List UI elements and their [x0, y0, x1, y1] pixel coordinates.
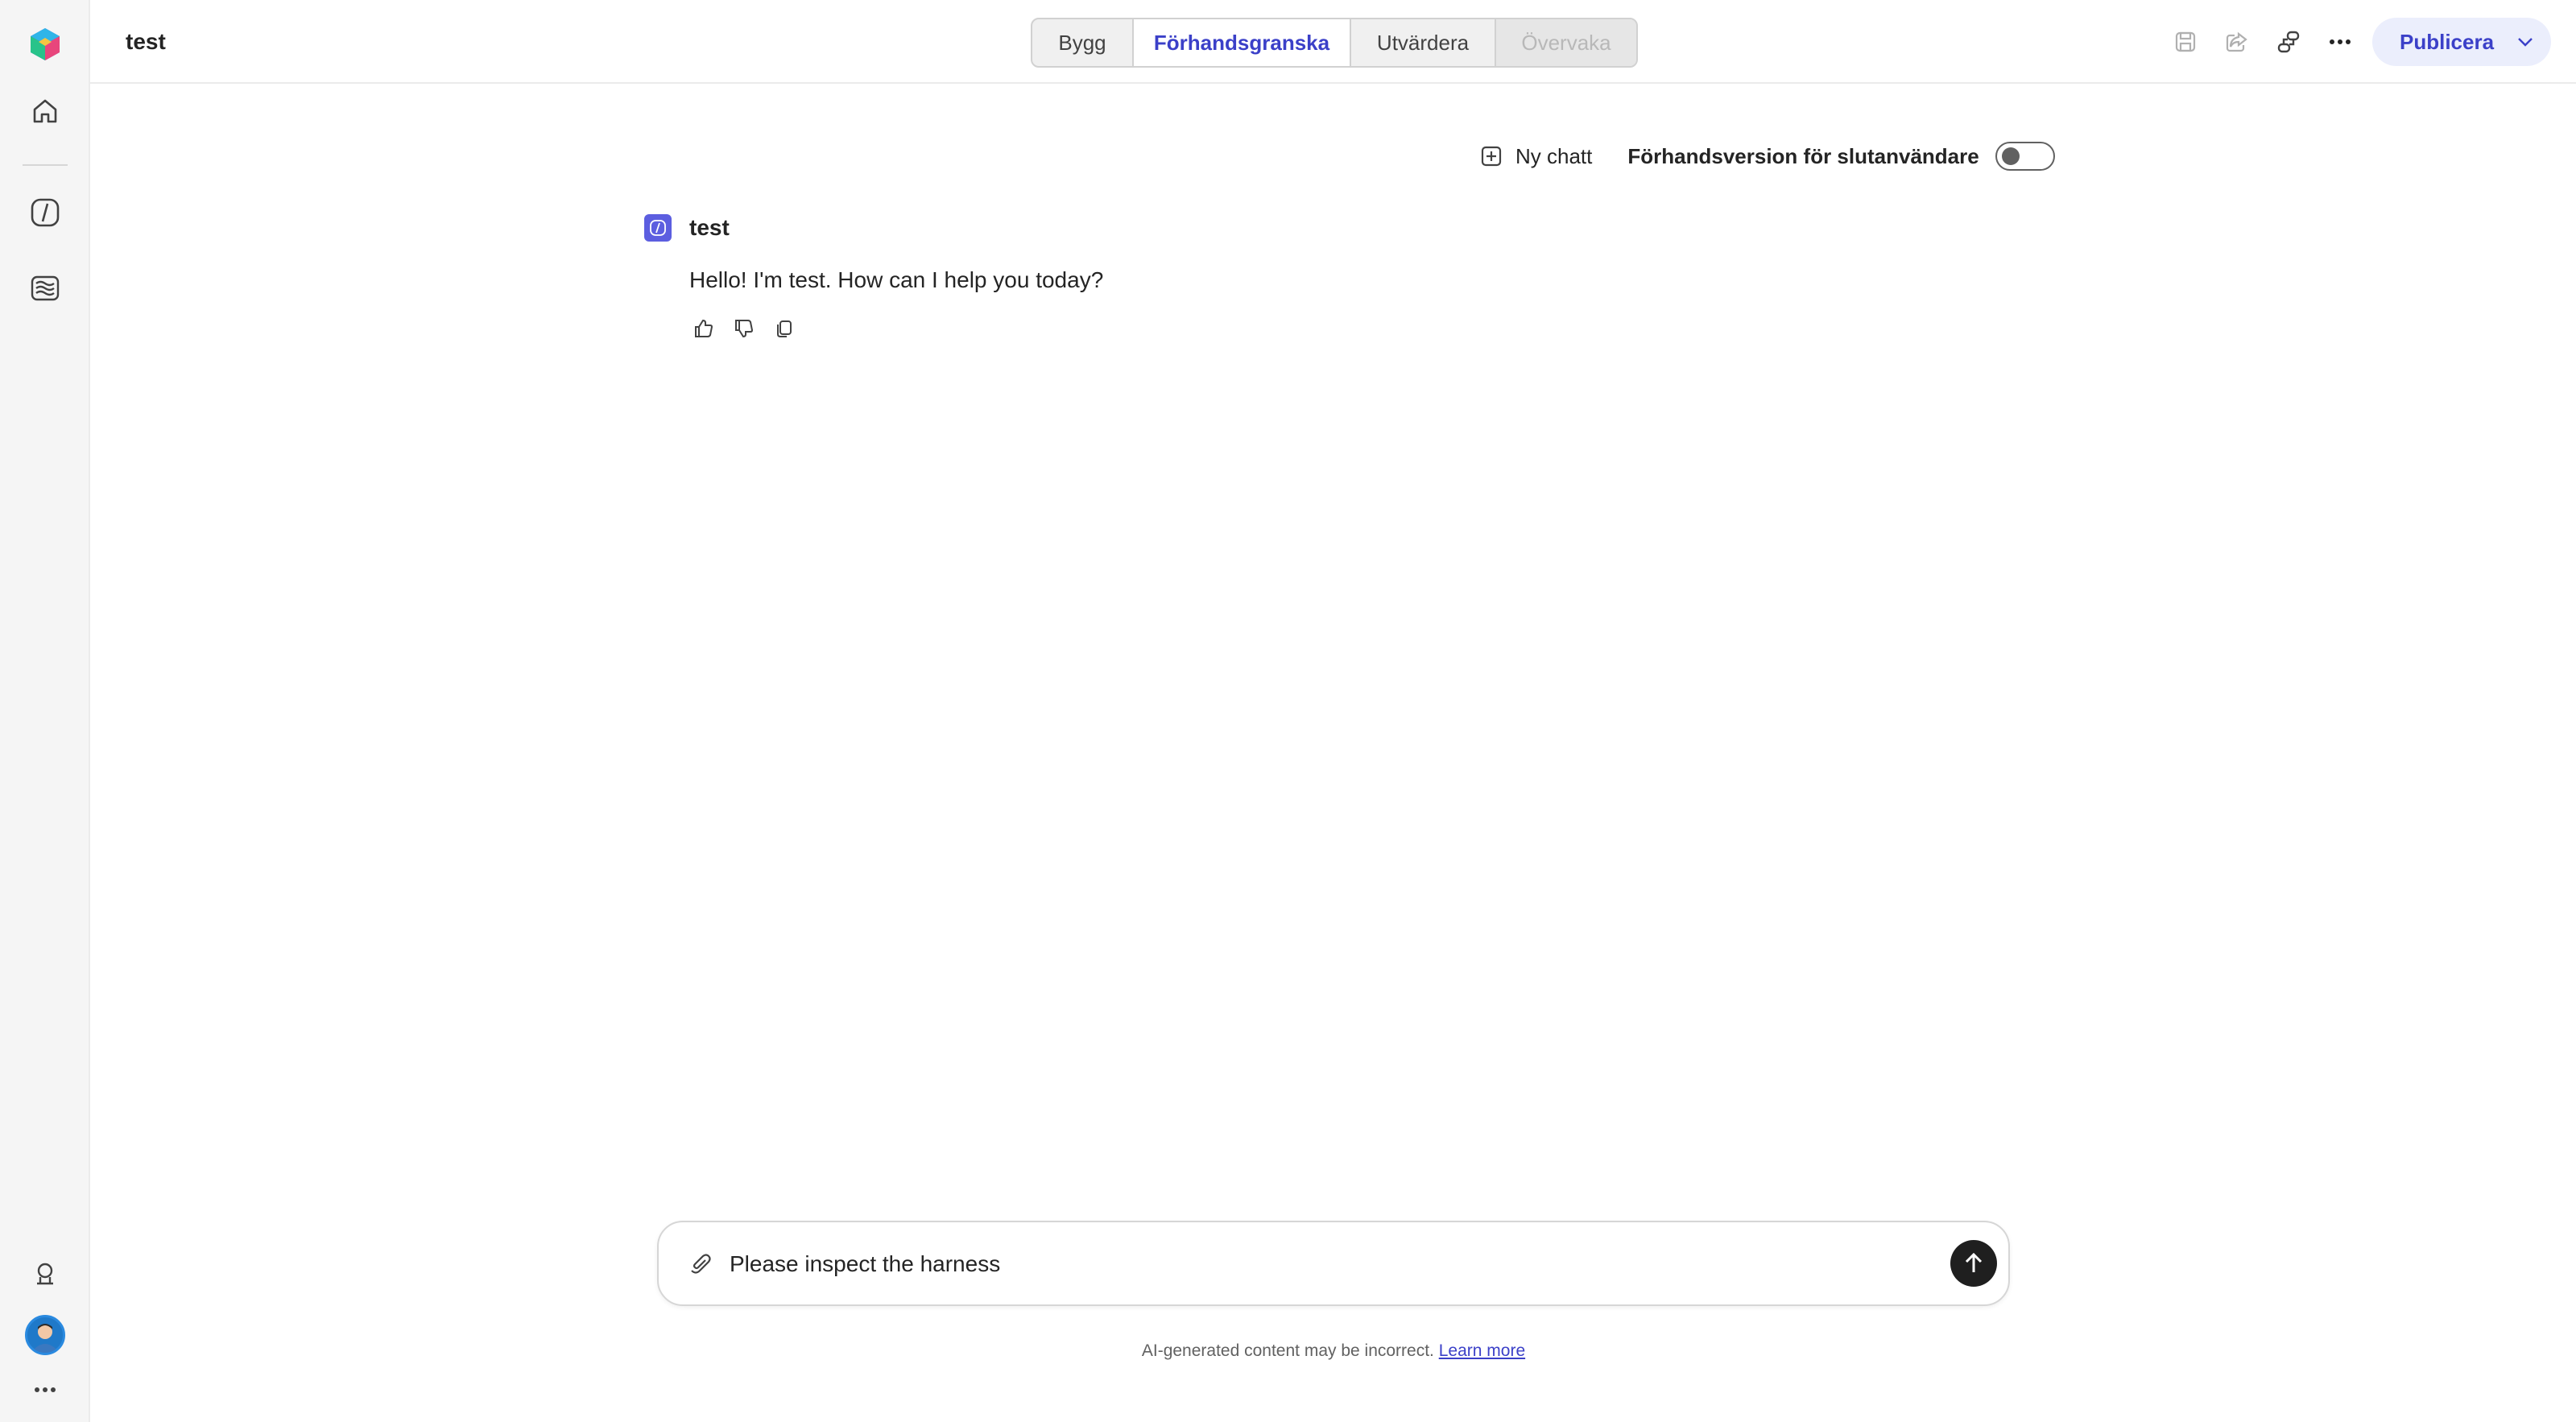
- preview-toggle-label: Förhandsversion för slutanvändare: [1627, 143, 1979, 168]
- more-icon[interactable]: [23, 1367, 68, 1412]
- ai-disclaimer: AI-generated content may be incorrect. L…: [0, 1341, 2576, 1361]
- library-icon[interactable]: [23, 266, 68, 311]
- more-options-icon[interactable]: [2321, 23, 2359, 61]
- attach-icon[interactable]: [684, 1248, 717, 1280]
- tab-utvardera[interactable]: Utvärdera: [1351, 19, 1496, 66]
- message-input[interactable]: [730, 1245, 1897, 1284]
- chevron-down-icon[interactable]: [2509, 18, 2541, 66]
- disclaimer-text: AI-generated content may be incorrect.: [1141, 1341, 1434, 1360]
- app-logo-icon[interactable]: [23, 22, 68, 67]
- send-button[interactable]: [1950, 1240, 1997, 1287]
- home-icon[interactable]: [23, 89, 68, 134]
- tab-overvaka: Övervaka: [1496, 19, 1636, 66]
- tab-bygg[interactable]: Bygg: [1032, 19, 1134, 66]
- share-icon[interactable]: [2218, 23, 2256, 61]
- nav-rail: [0, 0, 90, 1422]
- message-composer: [657, 1221, 2010, 1306]
- bot-avatar-icon: [644, 214, 672, 242]
- thumbs-up-icon[interactable]: [689, 314, 718, 343]
- page-title: test: [126, 29, 166, 54]
- copy-icon[interactable]: [770, 314, 799, 343]
- rail-divider: [23, 164, 68, 166]
- arrow-up-icon: [1965, 1252, 1983, 1272]
- chat-toolbar: Ny chatt Förhandsversion för slutanvända…: [1480, 138, 2055, 174]
- learn-more-link[interactable]: Learn more: [1439, 1341, 1525, 1360]
- mode-tabs: Bygg Förhandsgranska Utvärdera Övervaka: [1031, 18, 1638, 68]
- top-bar: test Bygg Förhandsgranska Utvärdera Över…: [90, 0, 2576, 84]
- toggle-knob: [2001, 147, 2020, 165]
- save-icon[interactable]: [2166, 23, 2205, 61]
- new-chat-label: Ny chatt: [1515, 143, 1593, 168]
- message-actions: [689, 314, 799, 343]
- preview-toggle[interactable]: [1995, 142, 2055, 171]
- agents-icon[interactable]: [23, 190, 68, 235]
- feedback-icon[interactable]: [23, 1251, 68, 1296]
- add-chat-icon: [1481, 146, 1502, 167]
- publish-button[interactable]: Publicera: [2372, 18, 2551, 66]
- connect-icon[interactable]: [2269, 23, 2308, 61]
- bot-header: test: [644, 214, 730, 242]
- bot-message: Hello! I'm test. How can I help you toda…: [689, 267, 1104, 292]
- bot-name: test: [689, 215, 730, 240]
- publish-label[interactable]: Publicera: [2372, 30, 2509, 55]
- thumbs-down-icon[interactable]: [730, 314, 759, 343]
- new-chat-button[interactable]: Ny chatt: [1480, 144, 1592, 169]
- tab-forhandsgranska[interactable]: Förhandsgranska: [1134, 19, 1351, 66]
